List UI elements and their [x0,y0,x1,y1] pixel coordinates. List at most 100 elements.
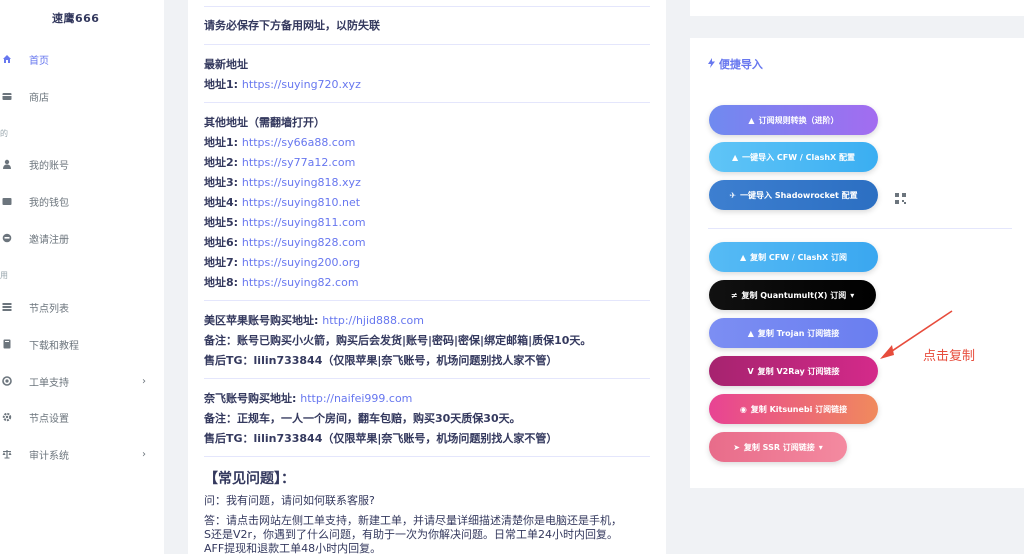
address-label: 地址6: [204,236,239,249]
address-link[interactable]: https://sy77a12.com [242,156,355,169]
sidebar-item-store[interactable]: 商店 [0,86,164,106]
chevron-right-icon: › [142,448,146,460]
sidebar-item-label: 我的账号 [29,160,69,172]
sidebar-item-audit[interactable]: 审计系统 › [0,444,164,464]
announcement-card: 请务必保存下方备用网址，以防失联 最新地址 地址1: https://suyin… [188,0,666,554]
address-row: 地址8: https://suying82.com [204,274,359,290]
gear-icon [2,412,12,422]
book-icon [2,339,12,349]
brand-name: 速鹰666 [52,12,100,25]
annotation-label: 点击复制 [923,349,976,364]
sidebar-item-account[interactable]: 我的账号 [0,154,164,174]
address-label: 地址3: [204,176,239,189]
address-link[interactable]: https://suying810.net [242,196,360,209]
section-label-account: 的 [0,129,8,138]
address-link[interactable]: https://suying818.xyz [242,176,361,189]
support-icon [2,376,12,386]
sidebar-item-label: 我的钱包 [29,197,69,209]
import-clash-button[interactable]: ▲ 一键导入 CFW / ClashX 配置 [709,142,878,172]
latest-address-row: 地址1: https://suying720.xyz [204,76,361,92]
faq-question: 问：我有问题，请问如何联系客服? [204,494,375,507]
button-label: 复制 Trojan 订阅链接 [757,328,840,338]
copy-trojan-button[interactable]: ▲ 复制 Trojan 订阅链接 [709,318,878,348]
sidebar-item-label: 节点设置 [29,413,69,425]
sidebar-item-invite[interactable]: 邀请注册 [0,228,164,248]
sidebar-item-wallet[interactable]: 我的钱包 [0,191,164,211]
quantumult-icon: ≠ [730,290,738,300]
sidebar-item-label: 下载和教程 [29,340,79,352]
apple-note: 备注：账号已购买小火箭，购买后会发货|账号|密码|密保|绑定邮箱|质保10天。 [204,334,592,347]
sidebar-item-label: 工单支持 [29,377,69,389]
address-label: 地址1: [204,78,239,91]
copy-quantumult-button[interactable]: ≠ 复制 Quantumult(X) 订阅 ▾ [709,280,876,310]
address-link[interactable]: https://suying720.xyz [242,78,361,91]
section-label-use: 用 [0,271,8,280]
cube-icon: ▲ [739,252,747,262]
quick-import-card: 便捷导入 ▲ 订阅规则转换（进阶） ▲ 一键导入 CFW / ClashX 配置… [690,38,1024,488]
sidebar-item-download[interactable]: 下载和教程 [0,334,164,354]
notice-text: 请务必保存下方备用网址，以防失联 [204,19,380,32]
button-label: 复制 SSR 订阅链接 [743,442,815,452]
sidebar-item-label: 审计系统 [29,450,69,462]
server-icon [2,302,12,312]
sidebar-item-label: 邀请注册 [29,234,69,246]
sidebar-item-support[interactable]: 工单支持 › [0,371,164,391]
button-label: 一键导入 Shadowrocket 配置 [740,190,858,200]
other-heading: 其他地址（需翻墙打开） [204,116,325,129]
copy-kitsunebi-button[interactable]: ◉ 复制 Kitsunebi 订阅链接 [709,394,878,424]
import-shadowrocket-button[interactable]: ✈ 一键导入 Shadowrocket 配置 [709,180,878,210]
divider [204,300,650,301]
netflix-purchase-row: 奈飞账号购买地址: http://naifei999.com [204,390,412,406]
subscription-convert-button[interactable]: ▲ 订阅规则转换（进阶） [709,105,878,135]
sidebar: 速鹰666 首页 商店 的 我的账号 我的钱包 邀请注册 用 节点列表 下载和教… [0,0,164,554]
copy-clash-button[interactable]: ▲ 复制 CFW / ClashX 订阅 [709,242,878,272]
address-row: 地址6: https://suying828.com [204,234,366,250]
button-label: 复制 Quantumult(X) 订阅 [741,290,847,300]
button-label: 订阅规则转换（进阶） [758,115,839,125]
copy-v2ray-button[interactable]: V 复制 V2Ray 订阅链接 [709,356,878,386]
netflix-note: 备注：正规车，一人一个房间，翻车包赔，购买30天质保30天。 [204,412,521,425]
apple-purchase-row: 美区苹果账号购买地址: http://hjid888.com [204,312,424,328]
netflix-label: 奈飞账号购买地址: [204,392,297,405]
home-icon [2,54,12,64]
address-link[interactable]: https://suying811.com [242,216,366,229]
apple-tg: 售后TG：lilin733844（仅限苹果|奈飞账号，机场问题别找人家不管） [204,354,558,367]
address-row: 地址2: https://sy77a12.com [204,154,355,170]
wallet-icon [2,196,12,206]
address-link[interactable]: https://suying828.com [242,236,366,249]
sidebar-item-nodes[interactable]: 节点列表 [0,297,164,317]
divider [204,44,650,45]
v2ray-icon: V [747,366,754,376]
address-link[interactable]: https://suying82.com [242,276,359,289]
sidebar-item-label: 首页 [29,55,49,67]
address-link[interactable]: https://suying200.org [242,256,360,269]
copy-ssr-button[interactable]: ➤ 复制 SSR 订阅链接 ▾ [709,432,847,462]
cube-icon: ▲ [747,328,754,338]
kitsunebi-icon: ◉ [739,404,747,414]
right-top-card [690,0,1024,16]
bolt-icon [708,58,719,71]
quick-import-title: 便捷导入 [708,56,763,72]
netflix-tg: 售后TG：lilin733844（仅限苹果|奈飞账号，机场问题别找人家不管） [204,432,558,445]
faq-answer-line: AFF提现和退款工单48小时内回复。 [204,542,382,554]
divider [204,102,650,103]
address-link[interactable]: https://sy66a88.com [242,136,355,149]
address-row: 地址1: https://sy66a88.com [204,134,355,150]
balance-icon [2,449,12,459]
divider [204,378,650,379]
apple-link[interactable]: http://hjid888.com [322,314,424,327]
netflix-link[interactable]: http://naifei999.com [300,392,412,405]
qrcode-icon[interactable] [895,189,906,204]
address-row: 地址4: https://suying810.net [204,194,360,210]
sidebar-item-label: 商店 [29,92,49,104]
address-label: 地址2: [204,156,239,169]
address-label: 地址8: [204,276,239,289]
address-row: 地址3: https://suying818.xyz [204,174,361,190]
send-icon: ➤ [733,442,740,452]
cube-icon: ▲ [731,152,739,162]
sidebar-item-node-settings[interactable]: 节点设置 [0,407,164,427]
divider [204,6,650,7]
sidebar-item-home[interactable]: 首页 [0,49,164,69]
divider [708,228,1012,229]
address-label: 地址4: [204,196,239,209]
